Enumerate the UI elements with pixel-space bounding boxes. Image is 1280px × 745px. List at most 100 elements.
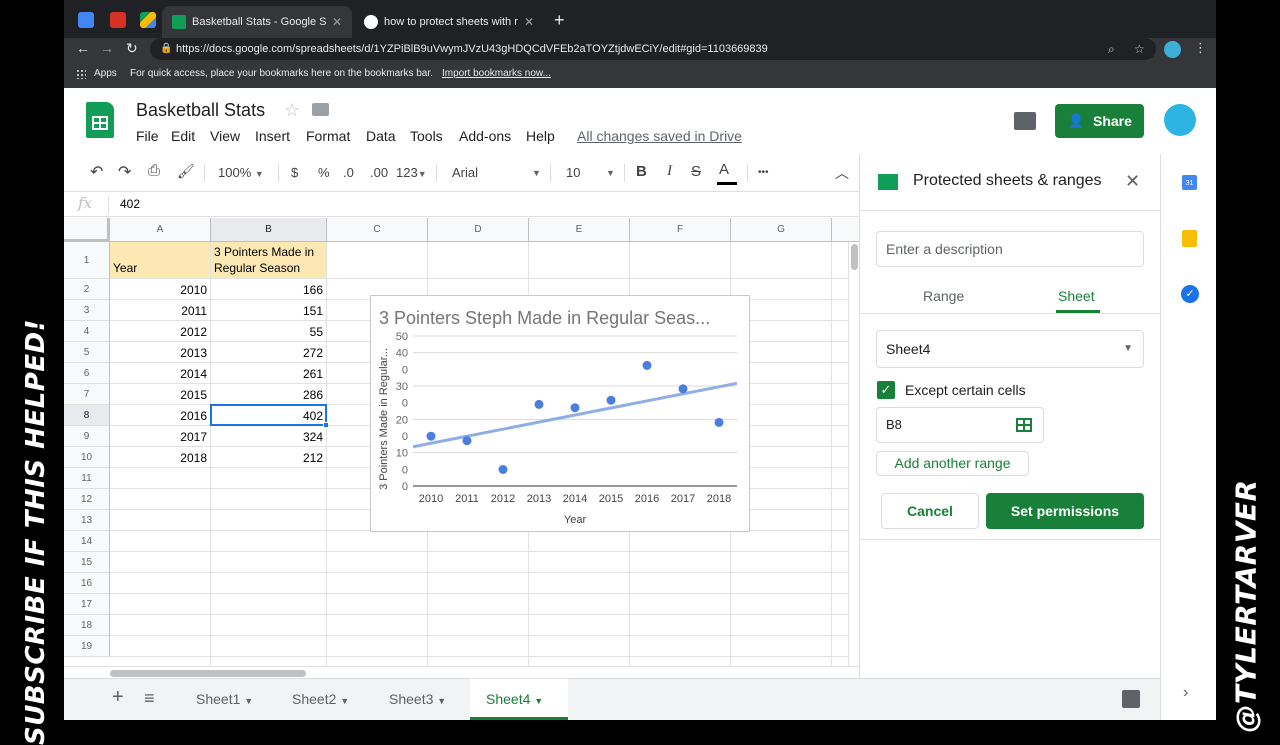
cell-year[interactable]: 2016: [110, 405, 210, 425]
reload-icon[interactable]: ↻: [126, 40, 138, 57]
cell-year[interactable]: 2015: [110, 384, 210, 404]
print-icon[interactable]: ⎙: [148, 162, 160, 179]
bold-button[interactable]: B: [636, 163, 647, 180]
close-icon[interactable]: ✕: [1125, 171, 1140, 192]
cell-b1[interactable]: 3 Pointers Made in Regular Season: [211, 242, 326, 278]
cell-made[interactable]: 272: [211, 342, 326, 362]
currency-format-button[interactable]: $: [291, 165, 298, 180]
select-all-corner[interactable]: [64, 218, 110, 242]
menu-tools[interactable]: Tools: [410, 128, 443, 144]
bookmark-star-icon[interactable]: ☆: [1134, 38, 1145, 60]
row-header-6[interactable]: 6: [64, 363, 110, 384]
row-header-14[interactable]: 14: [64, 531, 110, 552]
row-header-8[interactable]: 8: [64, 405, 110, 426]
menu-view[interactable]: View: [210, 128, 240, 144]
row-header-10[interactable]: 10: [64, 447, 110, 468]
column-header-a[interactable]: A: [110, 218, 211, 242]
cell-made[interactable]: 286: [211, 384, 326, 404]
formula-input[interactable]: 402: [120, 197, 140, 211]
close-tab-icon[interactable]: ✕: [332, 15, 342, 29]
decrease-decimal-button[interactable]: .0: [343, 165, 354, 180]
folder-icon[interactable]: [312, 103, 329, 116]
menu-data[interactable]: Data: [366, 128, 396, 144]
increase-decimal-button[interactable]: .00: [370, 165, 388, 180]
set-permissions-button[interactable]: Set permissions: [986, 493, 1144, 529]
sheet-tab-4[interactable]: Sheet4 ▼: [470, 679, 568, 720]
tab-basketball-stats[interactable]: Basketball Stats - Google Sheets ✕: [162, 6, 352, 38]
undo-icon[interactable]: ↶: [90, 162, 103, 182]
cell-year[interactable]: 2013: [110, 342, 210, 362]
import-bookmarks-link[interactable]: Import bookmarks now...: [442, 62, 551, 86]
cell-made[interactable]: 212: [211, 447, 326, 467]
row-header-9[interactable]: 9: [64, 426, 110, 447]
explore-icon[interactable]: [1122, 690, 1140, 708]
cancel-button[interactable]: Cancel: [881, 493, 979, 529]
fill-handle[interactable]: [323, 422, 329, 428]
cell-year[interactable]: 2011: [110, 300, 210, 320]
row-header-11[interactable]: 11: [64, 468, 110, 489]
collapse-menu-icon[interactable]: ︿: [835, 163, 849, 183]
comments-icon[interactable]: [1014, 112, 1036, 130]
column-header-g[interactable]: G: [731, 218, 832, 242]
menu-edit[interactable]: Edit: [171, 128, 195, 144]
save-status[interactable]: All changes saved in Drive: [577, 128, 742, 144]
cell-made[interactable]: 324: [211, 426, 326, 446]
forward-arrow-icon[interactable]: →: [100, 40, 114, 56]
zoom-icon[interactable]: ⌕: [1108, 38, 1115, 60]
share-button[interactable]: 👤 Share: [1055, 104, 1144, 138]
docs-pinned-tab-icon[interactable]: [78, 12, 94, 28]
tab-sheet[interactable]: Sheet: [1058, 288, 1095, 304]
drive-pinned-tab-icon[interactable]: [140, 12, 156, 28]
calendar-icon[interactable]: 31: [1182, 175, 1197, 190]
close-tab-icon[interactable]: ✕: [524, 15, 534, 29]
row-header-7[interactable]: 7: [64, 384, 110, 405]
tab-search-result[interactable]: how to protect sheets with ranges ✕: [354, 6, 544, 38]
cell-made[interactable]: 166: [211, 279, 326, 299]
back-arrow-icon[interactable]: ←: [76, 40, 90, 56]
sheets-logo-icon[interactable]: [86, 102, 114, 138]
redo-icon[interactable]: ↷: [118, 162, 131, 182]
cell-year[interactable]: 2014: [110, 363, 210, 383]
column-header-c[interactable]: C: [327, 218, 428, 242]
horizontal-scrollbar[interactable]: [64, 666, 859, 678]
select-range-icon[interactable]: [1016, 418, 1032, 432]
apps-grid-icon[interactable]: [76, 69, 86, 79]
cell-year[interactable]: 2012: [110, 321, 210, 341]
cell-made[interactable]: 55: [211, 321, 326, 341]
cell-made[interactable]: 261: [211, 363, 326, 383]
menu-insert[interactable]: Insert: [255, 128, 290, 144]
gmail-pinned-tab-icon[interactable]: [110, 12, 126, 28]
column-header-e[interactable]: E: [529, 218, 630, 242]
account-avatar[interactable]: [1164, 104, 1196, 136]
vertical-scrollbar[interactable]: [848, 242, 859, 666]
more-formats-select[interactable]: 123▼: [396, 165, 427, 180]
keep-icon[interactable]: [1182, 230, 1197, 247]
zoom-select[interactable]: 100% ▼: [218, 165, 264, 180]
row-header-17[interactable]: 17: [64, 594, 110, 615]
row-header-15[interactable]: 15: [64, 552, 110, 573]
document-title[interactable]: Basketball Stats: [136, 100, 265, 121]
cell-year[interactable]: 2017: [110, 426, 210, 446]
font-size-select[interactable]: 10 ▼: [566, 165, 616, 180]
cell-a1[interactable]: Year: [110, 242, 210, 278]
column-header-b[interactable]: B: [211, 218, 327, 242]
row-header-18[interactable]: 18: [64, 615, 110, 636]
scatter-chart[interactable]: 3 Pointers Steph Made in Regular Seas...…: [370, 295, 750, 532]
all-sheets-menu-icon[interactable]: ≡: [144, 688, 155, 709]
menu-help[interactable]: Help: [526, 128, 555, 144]
font-family-select[interactable]: Arial ▼: [452, 165, 542, 180]
description-input[interactable]: [876, 231, 1144, 267]
add-another-range-button[interactable]: Add another range: [876, 451, 1029, 476]
sheet-tab-1[interactable]: Sheet1 ▼: [180, 679, 276, 720]
row-header-16[interactable]: 16: [64, 573, 110, 594]
tasks-icon[interactable]: ✓: [1181, 285, 1199, 303]
cell-year[interactable]: 2018: [110, 447, 210, 467]
row-header-19[interactable]: 19: [64, 636, 110, 657]
menu-addons[interactable]: Add-ons: [459, 128, 511, 144]
add-sheet-button[interactable]: +: [112, 686, 124, 709]
percent-format-button[interactable]: %: [318, 165, 330, 180]
chevron-right-icon[interactable]: ›: [1183, 684, 1188, 702]
column-header-d[interactable]: D: [428, 218, 529, 242]
row-header-3[interactable]: 3: [64, 300, 110, 321]
strikethrough-button[interactable]: S: [691, 163, 701, 180]
